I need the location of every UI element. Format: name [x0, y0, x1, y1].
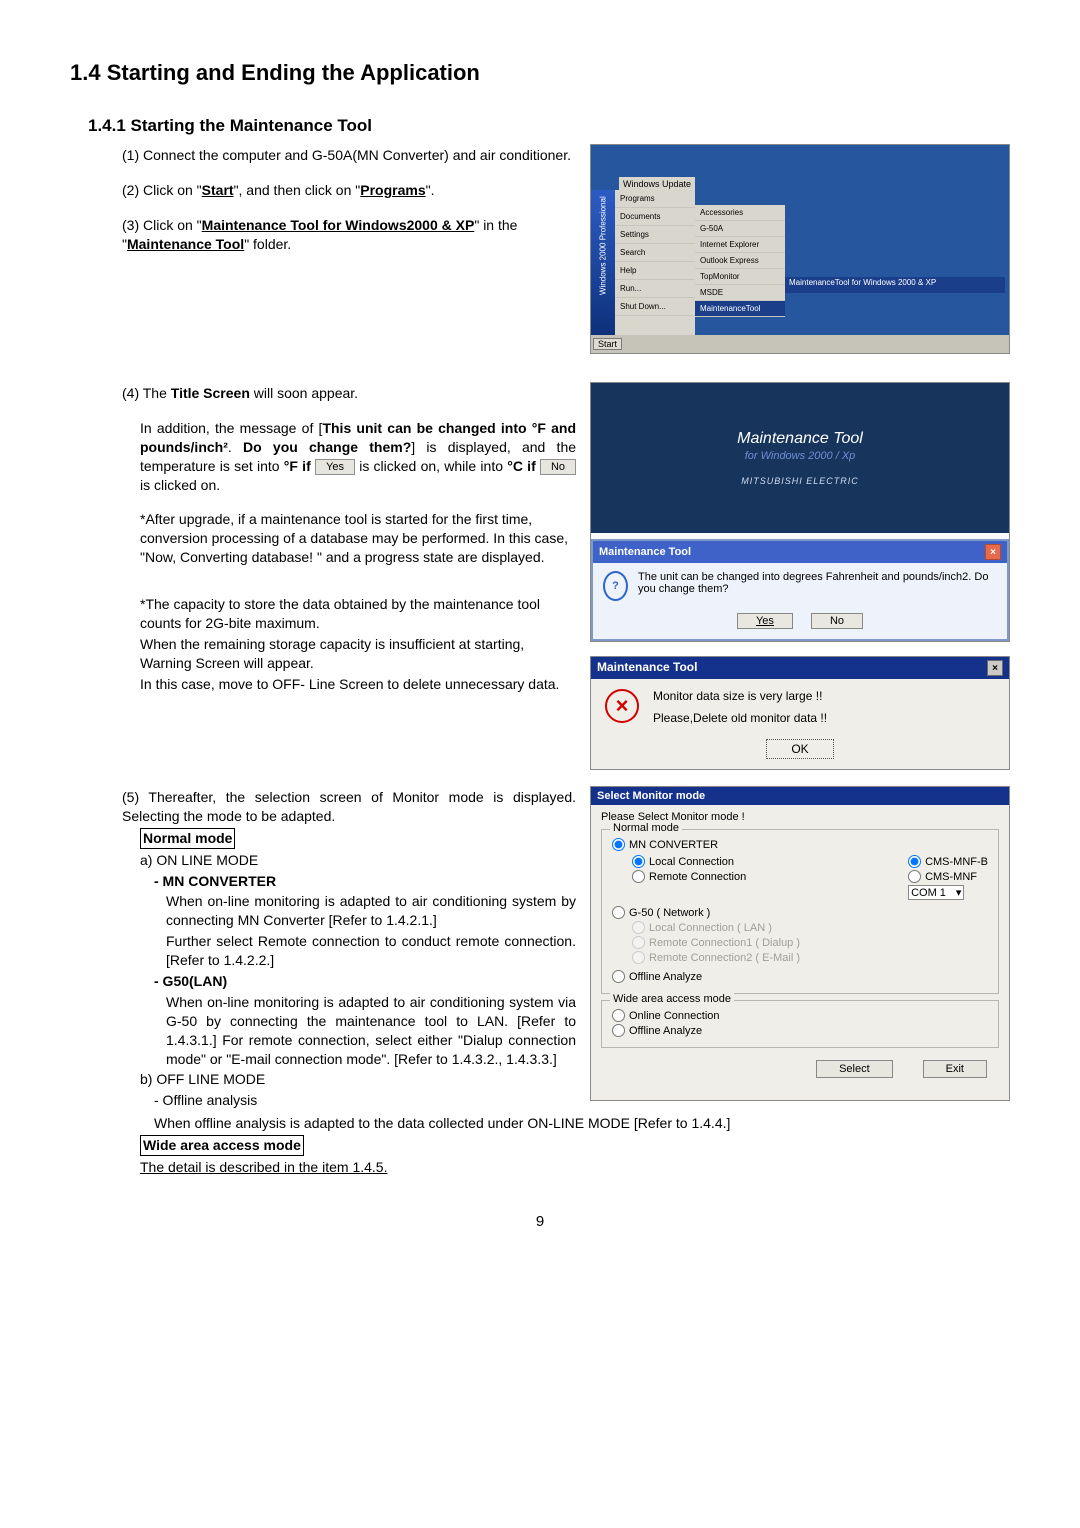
question-icon: ?	[603, 571, 628, 601]
windows-update-item[interactable]: Windows Update	[619, 177, 695, 191]
radio-input	[632, 951, 645, 964]
step-5-intro: (5) Thereafter, the selection screen of …	[122, 788, 576, 826]
menu-item-shutdown[interactable]: Shut Down...	[615, 298, 695, 316]
start-button[interactable]: Start	[593, 338, 622, 350]
radio-g50-network[interactable]: G-50 ( Network )	[612, 906, 988, 919]
wide-area-mode-box: Wide area access mode	[140, 1135, 304, 1156]
radio-input	[632, 921, 645, 934]
radio-online-connection[interactable]: Online Connection	[612, 1009, 988, 1022]
offline-mode-heading: b) OFF LINE MODE	[140, 1070, 576, 1089]
page-number: 9	[70, 1213, 1010, 1230]
figure-warning-dialog: Maintenance Tool × × Monitor data size i…	[590, 656, 1010, 770]
submenu-ie[interactable]: Internet Explorer	[695, 237, 785, 253]
radio-input[interactable]	[612, 1024, 625, 1037]
start-menu-column-2: Accessories G-50A Internet Explorer Outl…	[695, 205, 785, 317]
g50-heading: - G50(LAN)	[154, 972, 576, 991]
menu-item-documents[interactable]: Documents	[615, 208, 695, 226]
dialog-yes-button[interactable]: Yes	[737, 613, 793, 629]
step-4-paragraph: In addition, the message of [This unit c…	[140, 419, 576, 495]
radio-input[interactable]	[612, 1009, 625, 1022]
step-1: (1) Connect the computer and G-50A(MN Co…	[122, 146, 576, 165]
mn-converter-heading: - MN CONVERTER	[154, 872, 576, 891]
radio-input[interactable]	[908, 870, 921, 883]
radio-offline-analyze-2[interactable]: Offline Analyze	[612, 1024, 988, 1037]
offline-analysis-text: When offline analysis is adapted to the …	[154, 1114, 1010, 1133]
inline-yes-button[interactable]: Yes	[315, 459, 355, 476]
step-4-capacity2: When the remaining storage capacity is i…	[140, 635, 576, 673]
submenu-g50a[interactable]: G-50A	[695, 221, 785, 237]
online-mode-heading: a) ON LINE MODE	[140, 851, 576, 870]
warning-ok-button[interactable]: OK	[766, 739, 833, 759]
error-icon: ×	[605, 689, 639, 723]
submenu-outlook[interactable]: Outlook Express	[695, 253, 785, 269]
section-title: 1.4 Starting and Ending the Application	[70, 60, 1010, 86]
radio-local-connection[interactable]: Local Connection	[632, 855, 746, 868]
warning-title: Maintenance Tool	[597, 660, 697, 676]
figure-title-screen: Maintenance Tool for Windows 2000 / Xp M…	[590, 382, 1010, 642]
step-4-capacity1: *The capacity to store the data obtained…	[140, 595, 576, 633]
step-2: (2) Click on "Start", and then click on …	[122, 181, 576, 200]
submenu-accessories[interactable]: Accessories	[695, 205, 785, 221]
radio-g50-dialup: Remote Connection1 ( Dialup )	[632, 936, 988, 949]
normal-mode-box: Normal mode	[140, 828, 235, 849]
wide-area-text: The detail is described in the item 1.4.…	[140, 1158, 1010, 1177]
radio-g50-email: Remote Connection2 ( E-Mail )	[632, 951, 988, 964]
splash-brand: MITSUBISHI ELECTRIC	[741, 476, 859, 486]
close-icon[interactable]: ×	[987, 660, 1003, 676]
figure-select-monitor-mode: Select Monitor mode Please Select Monito…	[590, 786, 1010, 1101]
step-3: (3) Click on "Maintenance Tool for Windo…	[122, 216, 576, 254]
step-4-note1: *After upgrade, if a maintenance tool is…	[140, 510, 576, 567]
submenu-msde[interactable]: MSDE	[695, 285, 785, 301]
step-4-intro: (4) The Title Screen will soon appear.	[122, 384, 576, 403]
fieldset-normal-legend: Normal mode	[610, 822, 682, 834]
dialog-title: Maintenance Tool	[599, 546, 691, 558]
radio-g50-lan: Local Connection ( LAN )	[632, 921, 988, 934]
exit-button[interactable]: Exit	[923, 1060, 987, 1078]
dialog-message: The unit can be changed into degrees Fah…	[638, 571, 997, 595]
start-menu-column-1: Programs Documents Settings Search Help …	[615, 190, 695, 335]
radio-input[interactable]	[632, 870, 645, 883]
inline-no-button[interactable]: No	[540, 459, 576, 476]
radio-input[interactable]	[612, 838, 625, 851]
splash-subtitle: for Windows 2000 / Xp	[745, 450, 856, 462]
warning-line2: Please,Delete old monitor data !!	[653, 711, 827, 725]
radio-input[interactable]	[908, 855, 921, 868]
radio-remote-connection[interactable]: Remote Connection	[632, 870, 746, 883]
submenu-maintenancetool[interactable]: MaintenanceTool	[695, 301, 785, 317]
radio-input[interactable]	[612, 970, 625, 983]
dialog-change-units: Maintenance Tool × ? The unit can be cha…	[591, 539, 1009, 641]
dialog-no-button[interactable]: No	[811, 613, 863, 629]
radio-offline-analyze[interactable]: Offline Analyze	[612, 970, 988, 983]
chevron-down-icon: ▾	[956, 886, 962, 899]
warning-line1: Monitor data size is very large !!	[653, 689, 827, 703]
offline-analysis-heading: - Offline analysis	[154, 1091, 576, 1110]
taskbar: Start	[591, 335, 1009, 353]
radio-cms-mnf[interactable]: CMS-MNF	[908, 870, 988, 883]
submenu-topmonitor[interactable]: TopMonitor	[695, 269, 785, 285]
menu-item-run[interactable]: Run...	[615, 280, 695, 298]
mn-converter-text1: When on-line monitoring is adapted to ai…	[166, 892, 576, 930]
close-icon[interactable]: ×	[985, 544, 1001, 560]
g50-text: When on-line monitoring is adapted to ai…	[166, 993, 576, 1069]
menu-item-search[interactable]: Search	[615, 244, 695, 262]
menu-item-settings[interactable]: Settings	[615, 226, 695, 244]
radio-mn-converter[interactable]: MN CONVERTER	[612, 838, 988, 851]
menu-item-programs[interactable]: Programs	[615, 190, 695, 208]
submenu-maintenancetool-xp[interactable]: MaintenanceTool for Windows 2000 & XP	[785, 277, 1005, 293]
com-port-select[interactable]: COM 1▾	[908, 885, 964, 900]
menu-item-help[interactable]: Help	[615, 262, 695, 280]
select-title: Select Monitor mode	[591, 787, 1009, 805]
radio-cms-mnf-b[interactable]: CMS-MNF-B	[908, 855, 988, 868]
radio-input	[632, 936, 645, 949]
step-4-capacity3: In this case, move to OFF- Line Screen t…	[140, 675, 576, 694]
radio-input[interactable]	[612, 906, 625, 919]
select-button[interactable]: Select	[816, 1060, 893, 1078]
subsection-title: 1.4.1 Starting the Maintenance Tool	[88, 116, 1010, 136]
mn-converter-text2: Further select Remote connection to cond…	[166, 932, 576, 970]
start-menu-banner: Windows 2000 Professional	[591, 190, 615, 353]
splash-title: Maintenance Tool	[737, 430, 863, 448]
radio-input[interactable]	[632, 855, 645, 868]
figure-start-menu: Windows Update Windows 2000 Professional…	[590, 144, 1010, 354]
fieldset-wide-legend: Wide area access mode	[610, 993, 734, 1005]
